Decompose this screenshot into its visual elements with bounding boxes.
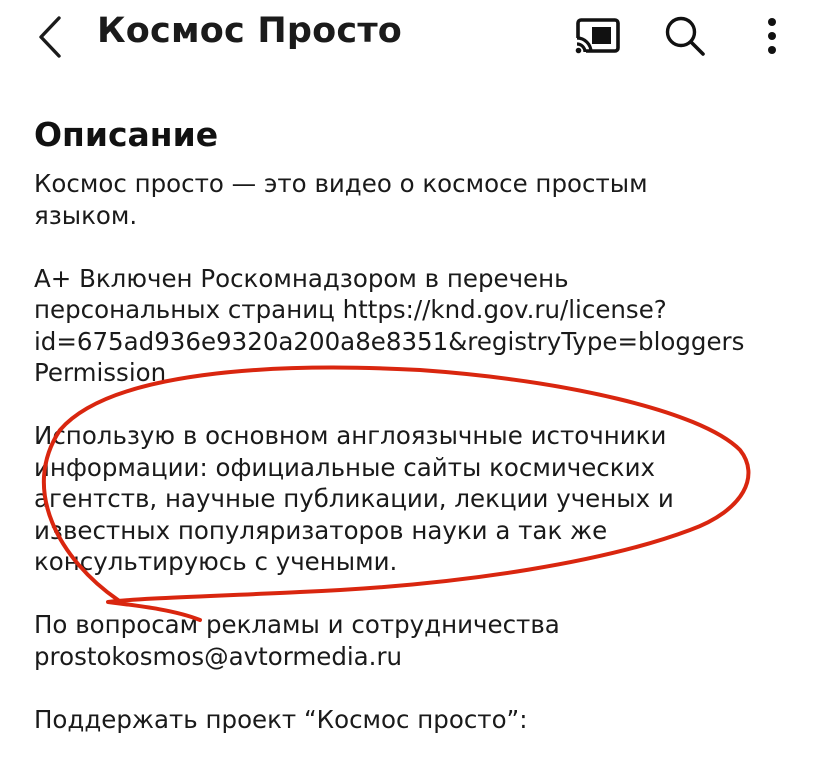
description-support: Поддержать проект “Космос просто”: — [34, 704, 528, 734]
search-button[interactable] — [660, 12, 710, 60]
description-sources: Использую в основном англоязычные источн… — [34, 421, 674, 576]
more-vertical-icon — [768, 18, 776, 54]
description-registry-note: А+ Включен Роскомнадзором в перечень пер… — [34, 263, 745, 388]
search-icon — [665, 16, 705, 56]
app-header: Космос Просто — [0, 0, 828, 80]
cast-button[interactable] — [572, 12, 622, 60]
description-contact[interactable]: По вопросам рекламы и сотрудничества pro… — [34, 609, 814, 672]
cast-icon — [574, 18, 620, 54]
channel-title: Космос Просто — [97, 11, 403, 51]
description-intro: Космос просто — это видео о космосе прос… — [34, 169, 648, 230]
more-options-button[interactable] — [752, 12, 792, 60]
description-section: Описание Космос просто — это видео о кос… — [34, 112, 814, 767]
description-heading: Описание — [34, 115, 219, 154]
chevron-left-icon — [39, 16, 61, 58]
back-button[interactable] — [28, 12, 72, 62]
